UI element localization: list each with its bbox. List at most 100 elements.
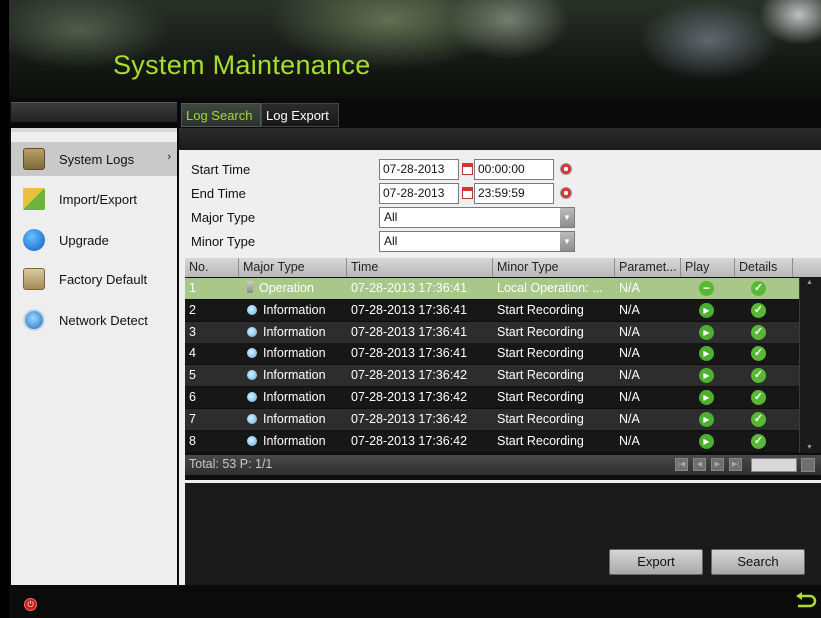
- sidebar-item-import-export[interactable]: Import/Export: [11, 182, 177, 216]
- information-icon: [247, 348, 257, 359]
- play-icon[interactable]: ▶: [699, 324, 714, 340]
- sidebar-item-system-logs[interactable]: System Logs ›: [11, 142, 177, 176]
- play-icon[interactable]: ▶: [699, 433, 714, 449]
- details-icon[interactable]: ✓: [751, 346, 766, 362]
- cell-minor-type: Start Recording: [497, 390, 584, 404]
- table-row[interactable]: 4 Information 07-28-2013 17:36:41 Start Rec…: [185, 343, 799, 365]
- calendar-icon[interactable]: [462, 163, 473, 175]
- table-row[interactable]: 6 Information 07-28-2013 17:36:42 Start Rec…: [185, 387, 799, 408]
- major-type-select[interactable]: All ▼: [379, 207, 575, 228]
- cell-parameter: N/A: [619, 281, 640, 295]
- details-icon[interactable]: ✓: [751, 433, 766, 449]
- sidebar-item-factory-default[interactable]: Factory Default: [11, 262, 177, 296]
- cell-minor-type: Start Recording: [497, 411, 584, 426]
- col-details[interactable]: Details: [735, 258, 793, 277]
- details-icon[interactable]: ✓: [751, 281, 766, 296]
- details-icon[interactable]: ✓: [751, 368, 766, 384]
- back-icon[interactable]: [795, 592, 817, 612]
- cell-no: 7: [189, 411, 196, 426]
- cell-major-type: Information: [247, 387, 347, 408]
- cell-parameter: N/A: [619, 390, 640, 404]
- cell-time: 07-28-2013 17:36:42: [351, 433, 468, 448]
- start-time-field[interactable]: 00:00:00: [474, 159, 554, 180]
- cell-major-type: Information: [247, 431, 347, 452]
- prev-page-icon[interactable]: ◀: [693, 458, 706, 471]
- sidebar-item-label: Upgrade: [59, 232, 109, 248]
- col-time[interactable]: Time: [347, 258, 493, 277]
- minor-type-select[interactable]: All ▼: [379, 231, 575, 252]
- col-major-type[interactable]: Major Type: [239, 258, 347, 277]
- play-icon[interactable]: ▶: [699, 302, 714, 318]
- cell-no: 2: [189, 302, 196, 317]
- search-button[interactable]: Search: [711, 549, 805, 575]
- next-page-icon[interactable]: ▶: [711, 458, 724, 471]
- bottom-bar: ⏻: [9, 585, 821, 618]
- cell-major-type: Information: [247, 300, 347, 321]
- cell-parameter: N/A: [619, 411, 640, 426]
- end-time-field[interactable]: 23:59:59: [474, 183, 554, 204]
- cell-no: 8: [189, 433, 196, 448]
- sidebar-item-label: Import/Export: [59, 191, 138, 207]
- information-icon: [247, 392, 257, 402]
- col-play[interactable]: Play: [681, 258, 735, 277]
- tab-log-export[interactable]: Log Export: [261, 103, 339, 127]
- go-page-button[interactable]: [801, 458, 815, 472]
- information-icon: [247, 326, 257, 337]
- dvr-window: System Maintenance Log Search Log Export…: [9, 0, 821, 618]
- minor-type-value: All: [384, 234, 398, 248]
- sidebar-item-network-detect[interactable]: Network Detect: [11, 303, 177, 337]
- sidebar-item-label: Factory Default: [59, 271, 148, 287]
- calendar-icon[interactable]: [462, 187, 473, 199]
- end-date-field[interactable]: 07-28-2013: [379, 183, 459, 204]
- table-row[interactable]: 2 Information 07-28-2013 17:36:41 Start Rec…: [185, 299, 799, 321]
- details-icon[interactable]: ✓: [751, 324, 766, 340]
- scroll-down-icon[interactable]: ▼: [806, 444, 813, 451]
- cell-minor-type: Start Recording: [497, 324, 584, 339]
- end-time-label: End Time: [191, 186, 246, 201]
- cell-time: 07-28-2013 17:36:41: [351, 324, 468, 339]
- clock-icon[interactable]: [560, 163, 572, 175]
- major-type-text: Information: [263, 346, 326, 361]
- start-date-field[interactable]: 07-28-2013: [379, 159, 459, 180]
- table-row[interactable]: 7 Information 07-28-2013 17:36:42 Start Rec…: [185, 408, 799, 430]
- major-type-text: Information: [263, 368, 326, 383]
- table-row[interactable]: 3 Information 07-28-2013 17:36:41 Start Rec…: [185, 321, 799, 343]
- page-title: System Maintenance: [113, 50, 371, 80]
- cell-no: 5: [189, 368, 196, 383]
- col-parameter[interactable]: Paramet...: [615, 258, 681, 277]
- cell-time: 07-28-2013 17:36:41: [351, 281, 468, 295]
- last-page-icon[interactable]: ▶|: [729, 458, 742, 471]
- sidebar-item-upgrade[interactable]: Upgrade: [11, 223, 177, 257]
- table-row[interactable]: 1 Operation 07-28-2013 17:36:41 Local Opera…: [185, 278, 799, 299]
- tab-log-search[interactable]: Log Search: [181, 103, 261, 127]
- sidebar-header-bar: [11, 102, 177, 122]
- play-icon[interactable]: ▶: [699, 346, 714, 362]
- cell-time: 07-28-2013 17:36:42: [351, 368, 468, 383]
- sidebar-item-label: System Logs: [59, 151, 135, 167]
- major-type-text: Information: [263, 411, 326, 426]
- panel-header-bar: [179, 128, 821, 150]
- table-footer: Total: 53 P: 1/1 |◀ ◀ ▶ ▶|: [185, 455, 821, 475]
- power-icon[interactable]: ⏻: [24, 598, 37, 611]
- clock-icon[interactable]: [560, 187, 572, 199]
- play-icon[interactable]: ▶: [699, 368, 714, 384]
- details-icon[interactable]: ✓: [751, 411, 766, 427]
- cell-minor-type: Start Recording: [497, 346, 584, 361]
- chevron-down-icon: ▼: [560, 208, 574, 227]
- page-number-input[interactable]: [751, 458, 797, 472]
- import-export-icon: [23, 188, 45, 210]
- details-icon[interactable]: ✓: [751, 302, 766, 318]
- col-no[interactable]: No.: [185, 258, 239, 277]
- scroll-up-icon[interactable]: ▲: [806, 279, 813, 286]
- minus-icon[interactable]: −: [699, 281, 714, 296]
- play-icon[interactable]: ▶: [699, 390, 714, 405]
- export-button[interactable]: Export: [609, 549, 703, 575]
- play-icon[interactable]: ▶: [699, 411, 714, 427]
- network-detect-icon: [23, 309, 45, 331]
- table-row[interactable]: 8 Information 07-28-2013 17:36:42 Start Rec…: [185, 430, 799, 452]
- col-minor-type[interactable]: Minor Type: [493, 258, 615, 277]
- table-row[interactable]: 5 Information 07-28-2013 17:36:42 Start Rec…: [185, 365, 799, 387]
- vertical-scrollbar[interactable]: ▲ ▼: [799, 277, 821, 453]
- first-page-icon[interactable]: |◀: [675, 458, 688, 471]
- details-icon[interactable]: ✓: [751, 390, 766, 405]
